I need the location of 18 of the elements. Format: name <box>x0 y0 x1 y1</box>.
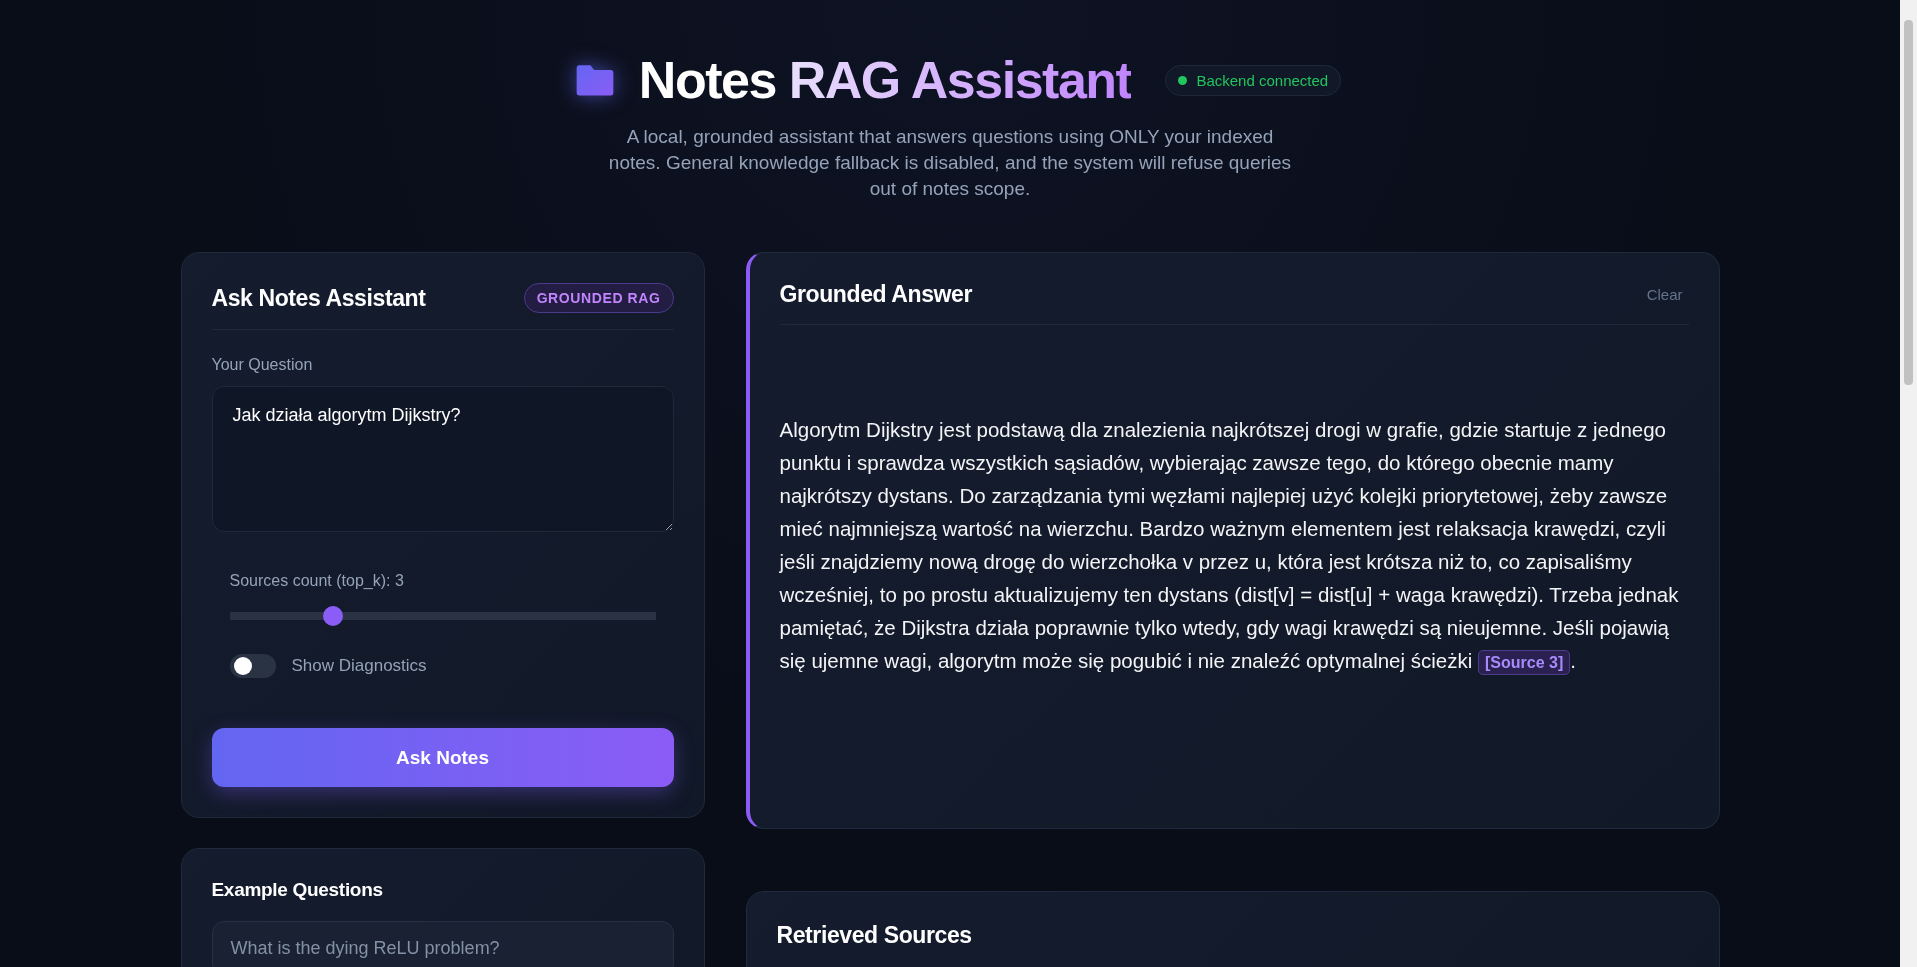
example-question[interactable]: What is the dying ReLU problem? <box>211 921 674 967</box>
question-field[interactable]: Jak działa algorytm Dijkstry? <box>211 386 674 532</box>
field-label: Your Question <box>211 356 314 374</box>
toggle-label: Show Diagnostics <box>291 656 427 676</box>
connection-status: Backend connected <box>1165 64 1342 96</box>
mode-badge: GROUNDED RAG <box>523 283 674 313</box>
app-subtitle: A local, grounded assistant that answers questions using ONLY your indexed notes. General knowledge fallback is disabled, and the system will refuse queries out of notes scope. <box>607 125 1293 201</box>
slider-label: Sources count (top_k): 3 <box>229 572 405 590</box>
panel-title: Example Questions <box>211 879 384 901</box>
panel-title: Ask Notes Assistant <box>211 284 426 312</box>
diagnostics-toggle[interactable] <box>229 654 276 678</box>
clear-button[interactable]: Clear <box>1640 285 1689 304</box>
panel-title: Grounded Answer <box>779 281 972 308</box>
ask-button[interactable]: Ask Notes <box>211 728 674 787</box>
source-citation-link[interactable]: [Source 3] <box>1477 650 1571 675</box>
answer-text: Algorytm Dijkstry jest podstawą dla znalezienia najkrótszej drogi w grafie, gdzie startuje z jednego punktu i sprawdza wszystkich sąsiadów, wybierając zawsze tego, do którego obecnie mamy najkrótszy dystans. Do zarządzania tymi węzłami najlepiej użyć kolejki priorytetowej, żeby zawsze mieć najmniejszą wartość na wierzchu. Bardzo ważnym elementem jest relaksacja krawędzi, czyli jeśli znajdziemy nową drogę do wierzchołka v przez u, która jest krótsza niż to, co zapisaliśmy wcześniej, to po prostu aktualizujemy ten dystans (dist[v] = dist[u] + waga krawędzi). Trzeba jednak pamiętać, że Dijkstra działa poprawnie tylko wtedy, gdy wagi krawędzi są nieujemne. Jeśli pojawią się ujemne wagi, algorytm może się pogubić i nie znaleźć optymalnej ścieżki [Source 3] . <box>779 413 1689 679</box>
panel-title: Retrieved Sources <box>776 922 973 949</box>
scrollbar[interactable] <box>1900 0 1917 967</box>
